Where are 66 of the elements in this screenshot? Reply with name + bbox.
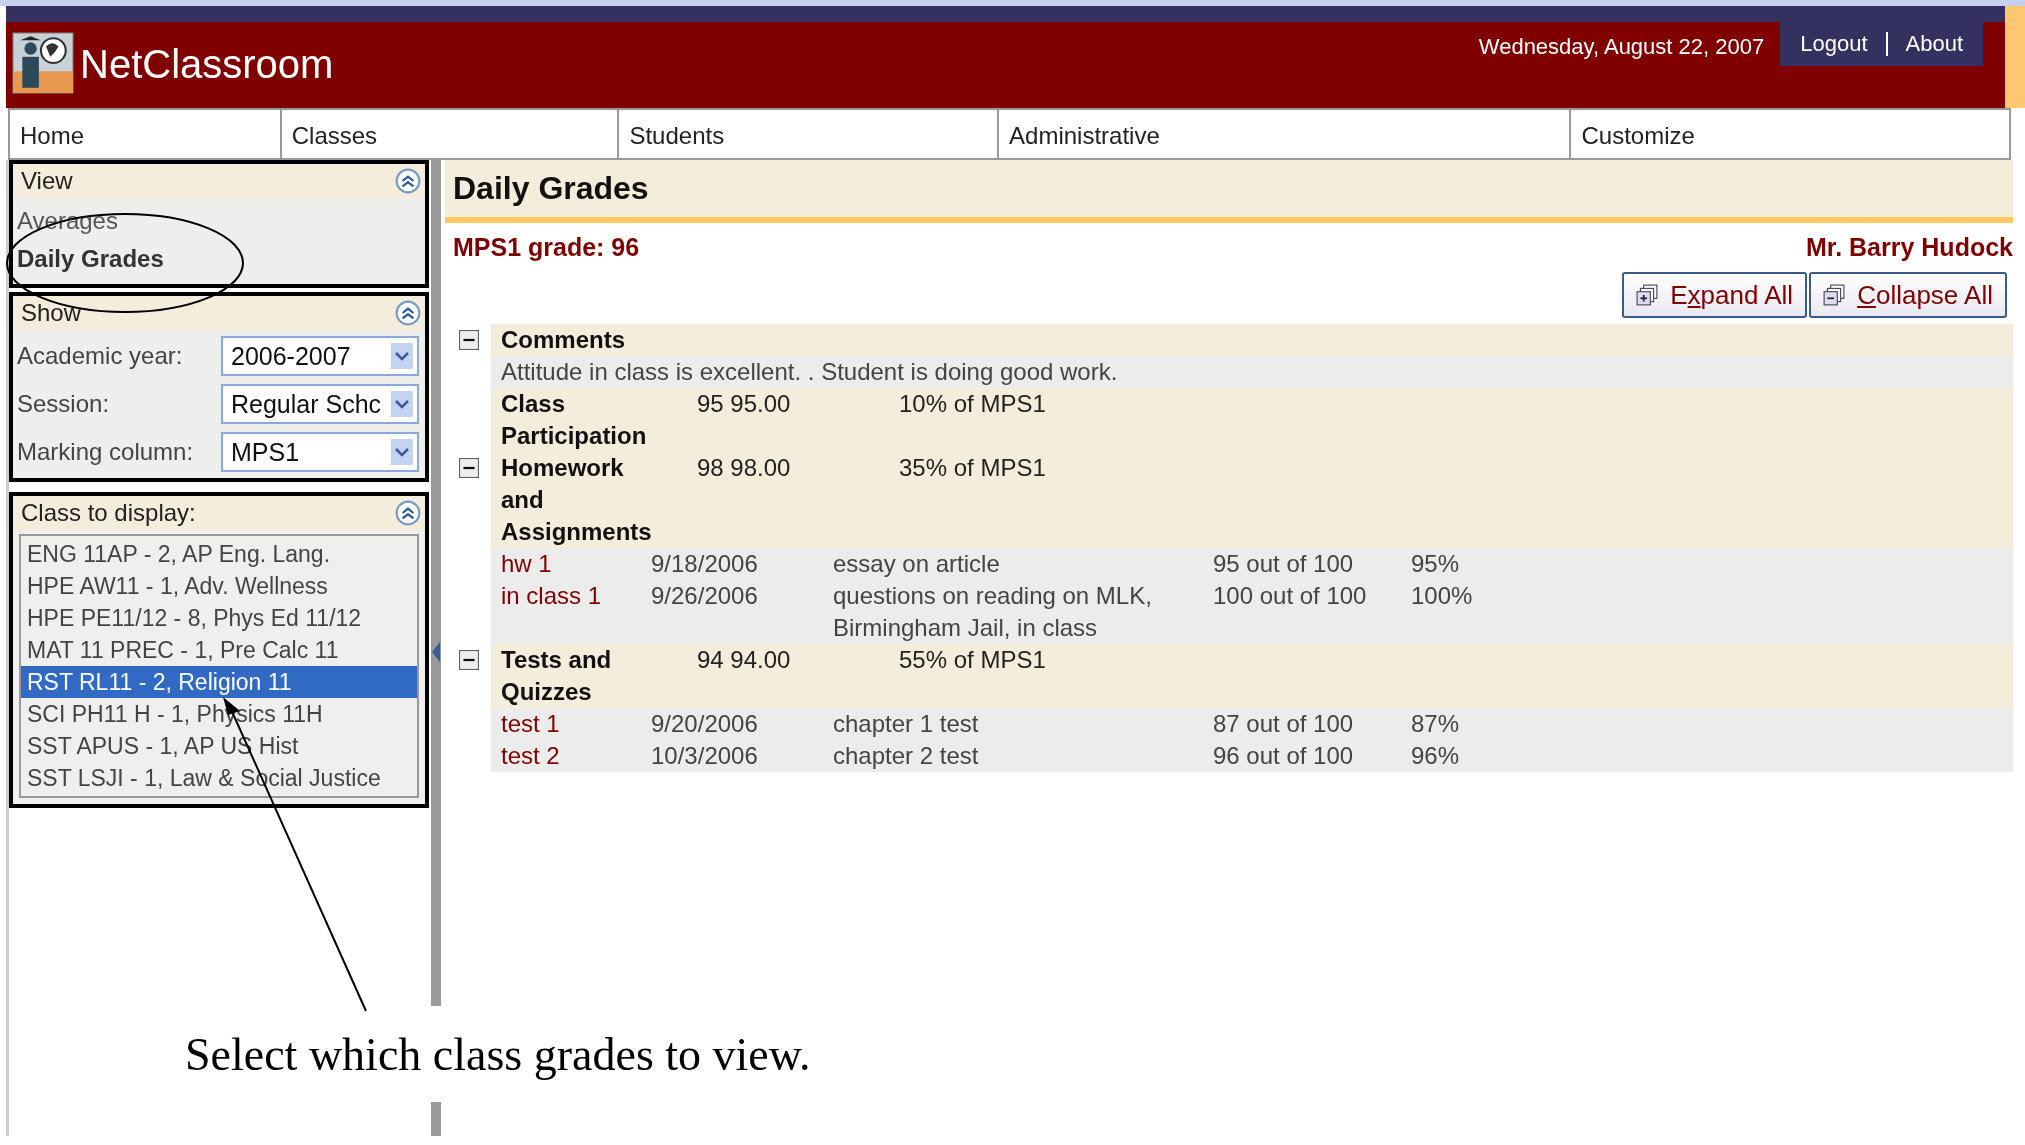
minus-toggle-icon[interactable] bbox=[459, 458, 479, 478]
app-title: NetClassroom bbox=[80, 42, 334, 87]
category-score: 98 98.00 bbox=[697, 453, 792, 483]
category-name: Class Participation bbox=[501, 389, 648, 451]
class-list[interactable] bbox=[19, 534, 419, 798]
assignment-link[interactable]: in class 1 bbox=[501, 580, 651, 644]
assignment-link[interactable]: test 2 bbox=[501, 740, 651, 772]
assignment-date: 9/26/2006 bbox=[651, 581, 759, 611]
stacked-pages-minus-icon bbox=[1823, 284, 1846, 306]
category-score: 94 94.00 bbox=[697, 645, 792, 675]
assignment-description: questions on reading on MLK, Birmingham Jail, in class bbox=[833, 581, 1153, 643]
assignment-date: 10/3/2006 bbox=[651, 741, 759, 771]
stacked-pages-plus-icon bbox=[1636, 284, 1659, 306]
assignment-link[interactable]: hw 1 bbox=[501, 548, 651, 580]
header-link[interactable]: Logout bbox=[1800, 31, 1868, 57]
assignment-description: chapter 1 test bbox=[833, 709, 980, 739]
assignment-percent: 95% bbox=[1411, 549, 1461, 579]
assignment-percent: 96% bbox=[1411, 741, 1461, 771]
teacher-globe-logo-icon bbox=[12, 32, 74, 94]
assignment-points: 87 out of 100 bbox=[1213, 709, 1355, 739]
grade-summary: MPS1 grade: 96 bbox=[453, 233, 640, 262]
assignment-points: 100 out of 100 bbox=[1213, 581, 1368, 611]
class-option[interactable]: HPE AW11 - 1, Adv. Wellness bbox=[21, 570, 417, 602]
collapse-icon[interactable] bbox=[395, 500, 421, 526]
minus-toggle-icon[interactable] bbox=[459, 650, 479, 670]
panel-title: View bbox=[21, 167, 73, 195]
class-option[interactable]: RST RL11 - 2, Religion 11 bbox=[21, 666, 417, 698]
collapse-all-button[interactable]: Collapse All bbox=[1809, 272, 2007, 318]
dropdown-field[interactable]: Regular Schc bbox=[221, 384, 419, 424]
dropdown-field[interactable]: MPS1 bbox=[221, 432, 419, 472]
dropdown-field[interactable]: 2006-2007 bbox=[221, 336, 419, 376]
category-name: Homework and Assignments bbox=[501, 453, 653, 547]
field-label: Session: bbox=[17, 390, 110, 418]
assignment-points: 95 out of 100 bbox=[1213, 549, 1355, 579]
category-weight: 10% of MPS1 bbox=[899, 389, 1046, 419]
assignment-points: 96 out of 100 bbox=[1213, 741, 1355, 771]
comment-text: Attitude in class is excellent. . Student is doing good work. bbox=[501, 358, 1118, 385]
assignment-description: chapter 2 test bbox=[833, 741, 980, 771]
category-weight: 35% of MPS1 bbox=[899, 453, 1046, 483]
assignment-date: 9/18/2006 bbox=[651, 549, 759, 579]
page-title: Daily Grades bbox=[445, 160, 2013, 223]
panel-title: Class to display: bbox=[21, 499, 196, 527]
expand-all-button[interactable]: Expand All bbox=[1622, 272, 1808, 318]
category-score: 95 95.00 bbox=[697, 389, 792, 419]
field-label: Marking column: bbox=[17, 438, 194, 466]
minus-toggle-icon[interactable] bbox=[459, 330, 479, 350]
assignment-description: essay on article bbox=[833, 549, 1001, 579]
category-name: Tests and Quizzes bbox=[501, 645, 613, 707]
assignment-date: 9/20/2006 bbox=[651, 709, 759, 739]
class-option[interactable]: HPE PE11/12 - 8, Phys Ed 11/12 bbox=[21, 602, 417, 634]
teacher-name: Mr. Barry Hudock bbox=[1806, 233, 2013, 262]
assignment-percent: 100% bbox=[1411, 581, 1474, 611]
class-option[interactable]: MAT 11 PREC - 1, Pre Calc 11 bbox=[21, 634, 417, 666]
collapse-icon[interactable] bbox=[395, 168, 421, 194]
assignment-percent: 87% bbox=[1411, 709, 1461, 739]
panel-title: Show bbox=[21, 299, 82, 327]
current-date: Wednesday, August 22, 2007 bbox=[1478, 34, 1765, 60]
class-option[interactable]: ENG 11AP - 2, AP Eng. Lang. bbox=[21, 538, 417, 570]
field-label: Academic year: bbox=[17, 342, 183, 370]
assignment-link[interactable]: test 1 bbox=[501, 708, 651, 740]
annotation-caption: Select which class grades to view. bbox=[185, 1028, 811, 1081]
collapse-icon[interactable] bbox=[395, 300, 421, 326]
view-option[interactable]: Daily Grades bbox=[17, 240, 421, 278]
category-weight: 55% of MPS1 bbox=[899, 645, 1046, 675]
header-link[interactable]: About bbox=[1905, 31, 1963, 57]
section-title: Comments bbox=[501, 325, 626, 355]
